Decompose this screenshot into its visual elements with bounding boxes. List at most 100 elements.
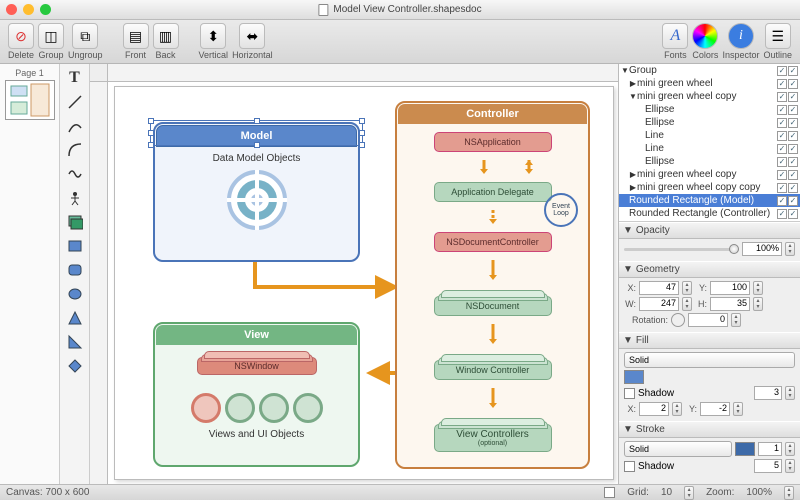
tree-row[interactable]: ▶mini green wheel copy✓✓ [619, 168, 800, 181]
tree-row[interactable]: ▼Group✓✓ [619, 64, 800, 77]
back-icon[interactable]: ▥ [153, 23, 179, 49]
ungroup-icon[interactable]: ⧉ [72, 23, 98, 49]
h-field[interactable]: 35 [710, 297, 750, 311]
x-stepper[interactable]: ▴▾ [682, 281, 692, 295]
vertical-label: Vertical [199, 50, 229, 60]
ruler-vertical [90, 82, 108, 484]
tool-palette: T [60, 64, 90, 484]
canvas[interactable]: Controller NSApplication Application Del… [114, 86, 614, 480]
horizontal-icon[interactable]: ⬌ [239, 23, 265, 49]
text-tool-icon[interactable]: T [63, 67, 87, 89]
fill-shadow-checkbox[interactable] [624, 388, 635, 399]
rotation-field[interactable]: 0 [688, 313, 728, 327]
tree-row[interactable]: Line✓✓ [619, 129, 800, 142]
fill-header[interactable]: ▼Fill [619, 332, 800, 349]
fill-shadow-x[interactable]: 2 [639, 402, 669, 416]
image-tool-icon[interactable] [63, 211, 87, 233]
outline-tree[interactable]: ▼Group✓✓▶mini green wheel✓✓▼mini green w… [619, 64, 800, 222]
group-icon[interactable]: ◫ [38, 23, 64, 49]
stroke-mode-select[interactable]: Solid [624, 441, 732, 457]
tree-row[interactable]: ▶mini green wheel copy copy✓✓ [619, 181, 800, 194]
tree-row[interactable]: Ellipse✓✓ [619, 116, 800, 129]
nsapplication-box[interactable]: NSApplication [434, 132, 552, 152]
outline-icon[interactable]: ☰ [765, 23, 791, 49]
ellipse-tool-icon[interactable] [63, 283, 87, 305]
geometry-header[interactable]: ▼Geometry [619, 261, 800, 278]
fill-color-swatch[interactable] [624, 370, 644, 384]
front-icon[interactable]: ▤ [123, 23, 149, 49]
page-thumbnail[interactable] [5, 80, 55, 120]
tree-row[interactable]: Rounded Rectangle (Controller)✓✓ [619, 207, 800, 220]
view-box[interactable]: View NSWindow Views and UI Objects [153, 322, 360, 467]
stroke-shadow[interactable]: 5 [754, 459, 782, 473]
curve-tool-icon[interactable] [63, 115, 87, 137]
nsdocument-box[interactable]: NSDocument [434, 296, 552, 316]
stroke-color-swatch[interactable] [735, 442, 755, 456]
triangle-tool-icon[interactable] [63, 307, 87, 329]
tree-row[interactable]: ▼mini green wheel copy✓✓ [619, 90, 800, 103]
y-field[interactable]: 100 [710, 281, 750, 295]
toolbar: ⊘Delete ◫Group ⧉Ungroup ▤Front ▥Back ⬍Ve… [0, 20, 800, 64]
nsdocctrl-box[interactable]: NSDocumentController [434, 232, 552, 252]
view-subtitle: Views and UI Objects [155, 429, 358, 440]
nswindow-box[interactable]: NSWindow [197, 357, 317, 375]
stroke-shadow-checkbox[interactable] [624, 461, 635, 472]
person-tool-icon[interactable] [63, 187, 87, 209]
line-tool-icon[interactable] [63, 91, 87, 113]
w-stepper[interactable]: ▴▾ [682, 297, 692, 311]
zoom-stepper[interactable]: ▴▾ [784, 486, 794, 500]
disclosure-icon: ▼ [623, 335, 633, 346]
diamond-tool-icon[interactable] [63, 355, 87, 377]
fill-shadow-blur[interactable]: 3 [754, 386, 782, 400]
minimize-button[interactable] [23, 4, 34, 15]
grid-checkbox[interactable] [604, 487, 615, 498]
freehand-tool-icon[interactable] [63, 163, 87, 185]
grid-stepper[interactable]: ▴▾ [684, 486, 694, 500]
y-stepper[interactable]: ▴▾ [753, 281, 763, 295]
right-triangle-tool-icon[interactable] [63, 331, 87, 353]
x-field[interactable]: 47 [639, 281, 679, 295]
viewctrl-box[interactable]: View Controllers(optional) [434, 424, 552, 452]
windowctrl-box[interactable]: Window Controller [434, 360, 552, 380]
controller-title: Controller [398, 104, 587, 124]
colors-icon[interactable] [692, 23, 718, 49]
appdelegate-box[interactable]: Application Delegate [434, 182, 552, 202]
window-title: Model View Controller.shapesdoc [318, 4, 481, 16]
delete-icon[interactable]: ⊘ [8, 23, 34, 49]
zoom-button[interactable] [40, 4, 51, 15]
vertical-icon[interactable]: ⬍ [200, 23, 226, 49]
selection-outline [150, 120, 363, 146]
tree-row[interactable]: Line✓✓ [619, 142, 800, 155]
inspector-label: Inspector [722, 50, 759, 60]
fonts-icon[interactable]: A [662, 23, 688, 49]
group-label: Group [39, 50, 64, 60]
opacity-slider[interactable] [624, 248, 739, 251]
roundrect-tool-icon[interactable] [63, 259, 87, 281]
h-stepper[interactable]: ▴▾ [753, 297, 763, 311]
opacity-header[interactable]: ▼Opacity [619, 222, 800, 239]
page-tab[interactable]: Page 1 [15, 68, 44, 78]
stroke-header[interactable]: ▼Stroke [619, 421, 800, 438]
zoom-value[interactable]: 100% [746, 487, 772, 498]
controller-box[interactable]: Controller NSApplication Application Del… [395, 101, 590, 469]
horizontal-label: Horizontal [232, 50, 273, 60]
grid-value[interactable]: 10 [661, 487, 672, 498]
tree-row[interactable]: Ellipse✓✓ [619, 103, 800, 116]
opacity-stepper[interactable]: ▴▾ [785, 242, 795, 256]
stroke-width[interactable]: 1 [758, 442, 782, 456]
ruler-corner [90, 64, 108, 82]
tree-row[interactable]: ▶mini green wheel✓✓ [619, 77, 800, 90]
tree-row[interactable]: Rounded Rectangle (Model)✓✓ [619, 194, 800, 207]
inspector-icon[interactable]: i [728, 23, 754, 49]
rotation-stepper[interactable]: ▴▾ [731, 313, 741, 327]
w-field[interactable]: 247 [639, 297, 679, 311]
event-loop[interactable]: Event Loop [544, 193, 578, 227]
rotation-dial[interactable] [671, 313, 685, 327]
close-button[interactable] [6, 4, 17, 15]
rect-tool-icon[interactable] [63, 235, 87, 257]
opacity-value[interactable]: 100% [742, 242, 782, 256]
fill-mode-select[interactable]: Solid [624, 352, 795, 368]
fill-shadow-y[interactable]: -2 [700, 402, 730, 416]
tree-row[interactable]: Ellipse✓✓ [619, 155, 800, 168]
arc-tool-icon[interactable] [63, 139, 87, 161]
